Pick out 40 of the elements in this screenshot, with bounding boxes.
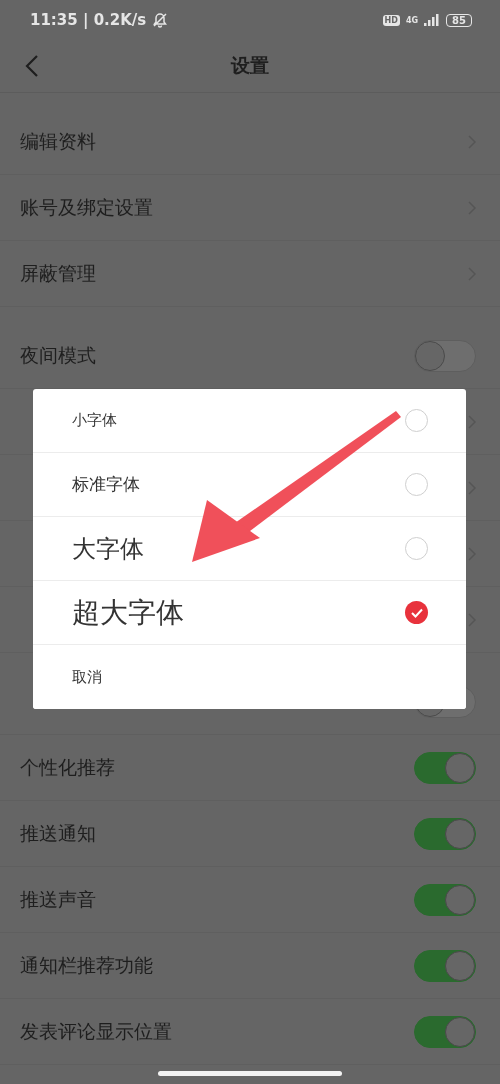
settings-row[interactable]: 推送通知 [0, 801, 500, 867]
bell-off-icon [152, 12, 169, 28]
hd-badge: HD [382, 14, 400, 26]
radio-button[interactable] [405, 409, 428, 432]
toggle-switch[interactable] [414, 751, 476, 784]
settings-row[interactable]: 通知栏推荐功能 [0, 933, 500, 999]
setting-label: 推送通知 [20, 820, 96, 846]
option-label: 标准字体 [72, 473, 140, 496]
settings-row[interactable]: 发表评论显示位置 [0, 999, 500, 1065]
status-time: 11:35 | 0.2K/s [30, 11, 147, 29]
signal-icon [424, 14, 441, 26]
setting-label: 屏蔽管理 [20, 260, 96, 286]
setting-label: 个性化推荐 [20, 754, 115, 780]
toggle-switch[interactable] [414, 949, 476, 982]
toggle-switch[interactable] [414, 883, 476, 916]
setting-label: 通知栏推荐功能 [20, 952, 153, 978]
radio-button[interactable] [405, 473, 428, 496]
page-title: 设置 [231, 53, 269, 78]
checkmark-icon [410, 607, 423, 618]
settings-row[interactable]: 账号及绑定设置 [0, 175, 500, 241]
setting-label: 推送声音 [20, 886, 96, 912]
setting-label: 编辑资料 [20, 128, 96, 154]
settings-row[interactable]: 编辑资料 [0, 109, 500, 175]
settings-row[interactable]: 个性化推荐 [0, 735, 500, 801]
settings-row[interactable]: 屏蔽管理 [0, 241, 500, 307]
option-label: 大字体 [72, 533, 144, 565]
battery-indicator: 85 [446, 13, 472, 27]
setting-label: 账号及绑定设置 [20, 194, 153, 220]
option-label: 小字体 [72, 411, 117, 430]
toggle-switch[interactable] [414, 1015, 476, 1048]
setting-label: 发表评论显示位置 [20, 1018, 172, 1044]
option-label: 超大字体 [72, 594, 184, 631]
radio-button[interactable] [405, 537, 428, 560]
setting-label: 夜间模式 [20, 342, 96, 368]
network-type: 4G [405, 15, 419, 25]
toggle-switch[interactable] [414, 817, 476, 850]
radio-button[interactable] [405, 601, 428, 624]
settings-row[interactable]: 推送声音 [0, 867, 500, 933]
back-icon [25, 55, 39, 77]
toggle-switch[interactable] [414, 339, 476, 372]
